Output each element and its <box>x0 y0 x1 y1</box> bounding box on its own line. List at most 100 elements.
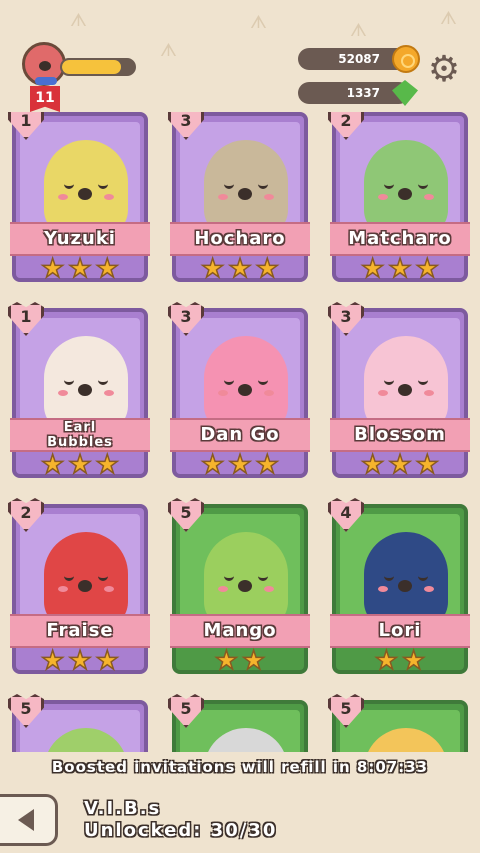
bird-blush <box>378 586 388 592</box>
bird-portrait <box>44 728 128 752</box>
vib-card[interactable]: 3 Blossom ★ ★ ★ <box>328 302 470 480</box>
bird-portrait <box>204 728 288 752</box>
star-icon: ★ <box>95 254 120 284</box>
bird-eye <box>258 180 268 189</box>
star-icon: ★ <box>200 450 225 480</box>
star-icon: ★ <box>360 254 385 284</box>
bird-blush <box>424 194 434 200</box>
star-icon: ★ <box>401 646 426 676</box>
star-icon: ★ <box>388 254 413 284</box>
bird-beak <box>238 188 252 200</box>
card-name-ribbon: Earl Bubbles <box>10 418 150 452</box>
card-name-ribbon: Dan Go <box>170 418 310 452</box>
card-name-ribbon: Lori <box>330 614 470 648</box>
vib-card[interactable]: 4 Lori ★ ★ <box>328 498 470 676</box>
bird-beak <box>238 580 252 592</box>
star-rating: ★ ★ ★ <box>336 450 464 480</box>
star-rating: ★ ★ ★ <box>16 450 144 480</box>
bird-blush <box>218 194 228 200</box>
bird-blush <box>264 586 274 592</box>
vib-card-grid: 1 Yuzuki ★ ★ ★ 3 Hocharo ★ ★ ★ 2 Matcharo ★ ★ ★ 1 Earl B… <box>0 112 480 752</box>
bird-eye <box>64 376 74 385</box>
vib-card[interactable]: 3 Dan Go ★ ★ ★ <box>168 302 310 480</box>
coin-icon <box>392 45 420 73</box>
star-icon: ★ <box>68 646 93 676</box>
star-icon: ★ <box>255 254 280 284</box>
bird-blush <box>104 586 114 592</box>
star-rating: ★ ★ <box>176 646 304 676</box>
vib-card[interactable]: 1 Earl Bubbles ★ ★ ★ <box>8 302 150 480</box>
bird-blush <box>58 390 68 396</box>
bird-eye <box>258 572 268 581</box>
bird-eye <box>98 376 108 385</box>
star-icon: ★ <box>40 646 65 676</box>
bird-eye <box>384 572 394 581</box>
card-name-ribbon: Mango <box>170 614 310 648</box>
star-icon: ★ <box>95 450 120 480</box>
star-icon: ★ <box>214 646 239 676</box>
star-icon: ★ <box>255 450 280 480</box>
star-rating: ★ ★ ★ <box>176 254 304 284</box>
card-name-ribbon: Yuzuki <box>10 222 150 256</box>
bird-blush <box>58 586 68 592</box>
card-portrait-bg <box>20 710 140 752</box>
bird-eye <box>224 180 234 189</box>
vib-card[interactable]: 5 Mango ★ ★ <box>168 498 310 676</box>
vibs-summary: V.I.B.s Unlocked: 30/30 <box>84 798 277 842</box>
bird-eye <box>224 376 234 385</box>
card-portrait-bg <box>180 710 300 752</box>
vib-card[interactable]: 2 Fraise ★ ★ ★ <box>8 498 150 676</box>
star-icon: ★ <box>388 450 413 480</box>
bird-portrait <box>364 728 448 752</box>
bird-blush <box>104 194 114 200</box>
bird-eye <box>98 180 108 189</box>
bird-eye <box>258 376 268 385</box>
star-rating: ★ ★ ★ <box>16 254 144 284</box>
back-arrow-icon <box>18 809 34 831</box>
star-icon: ★ <box>40 450 65 480</box>
bird-blush <box>218 586 228 592</box>
star-rating: ★ ★ ★ <box>336 254 464 284</box>
bird-eye <box>64 180 74 189</box>
gem-counter[interactable]: 1337 <box>298 82 410 104</box>
star-icon: ★ <box>360 450 385 480</box>
vib-card[interactable]: 1 Yuzuki ★ ★ ★ <box>8 112 150 284</box>
avatar-beak <box>39 61 51 71</box>
avatar-bow <box>35 77 57 85</box>
gear-icon[interactable]: ⚙ <box>426 52 462 88</box>
vib-card[interactable]: 5 <box>328 694 468 752</box>
footer: V.I.B.s Unlocked: 30/30 <box>0 782 480 853</box>
star-icon: ★ <box>200 254 225 284</box>
bird-blush <box>104 390 114 396</box>
vib-card[interactable]: 5 <box>8 694 148 752</box>
bird-beak <box>398 580 412 592</box>
back-button[interactable] <box>0 794 58 846</box>
card-name-ribbon: Blossom <box>330 418 470 452</box>
bird-beak <box>78 384 92 396</box>
bird-beak <box>238 384 252 396</box>
star-rating: ★ ★ ★ <box>16 646 144 676</box>
bird-blush <box>378 390 388 396</box>
bird-blush <box>58 194 68 200</box>
bird-eye <box>224 572 234 581</box>
bird-beak <box>398 384 412 396</box>
bird-blush <box>424 390 434 396</box>
bird-beak <box>78 188 92 200</box>
bird-eye <box>64 572 74 581</box>
star-icon: ★ <box>68 450 93 480</box>
star-icon: ★ <box>374 646 399 676</box>
star-icon: ★ <box>40 254 65 284</box>
vib-card[interactable]: 3 Hocharo ★ ★ ★ <box>168 112 310 284</box>
vib-card[interactable]: 5 <box>168 694 308 752</box>
header: 11 52087 1337 ⚙ <box>0 0 480 112</box>
star-icon: ★ <box>95 646 120 676</box>
bird-beak <box>78 580 92 592</box>
vib-card[interactable]: 2 Matcharo ★ ★ ★ <box>328 112 470 284</box>
star-rating: ★ ★ <box>336 646 464 676</box>
bird-eye <box>98 572 108 581</box>
star-icon: ★ <box>241 646 266 676</box>
bird-blush <box>264 390 274 396</box>
star-icon: ★ <box>228 450 253 480</box>
card-portrait-bg <box>340 710 460 752</box>
card-name-ribbon: Matcharo <box>330 222 470 256</box>
